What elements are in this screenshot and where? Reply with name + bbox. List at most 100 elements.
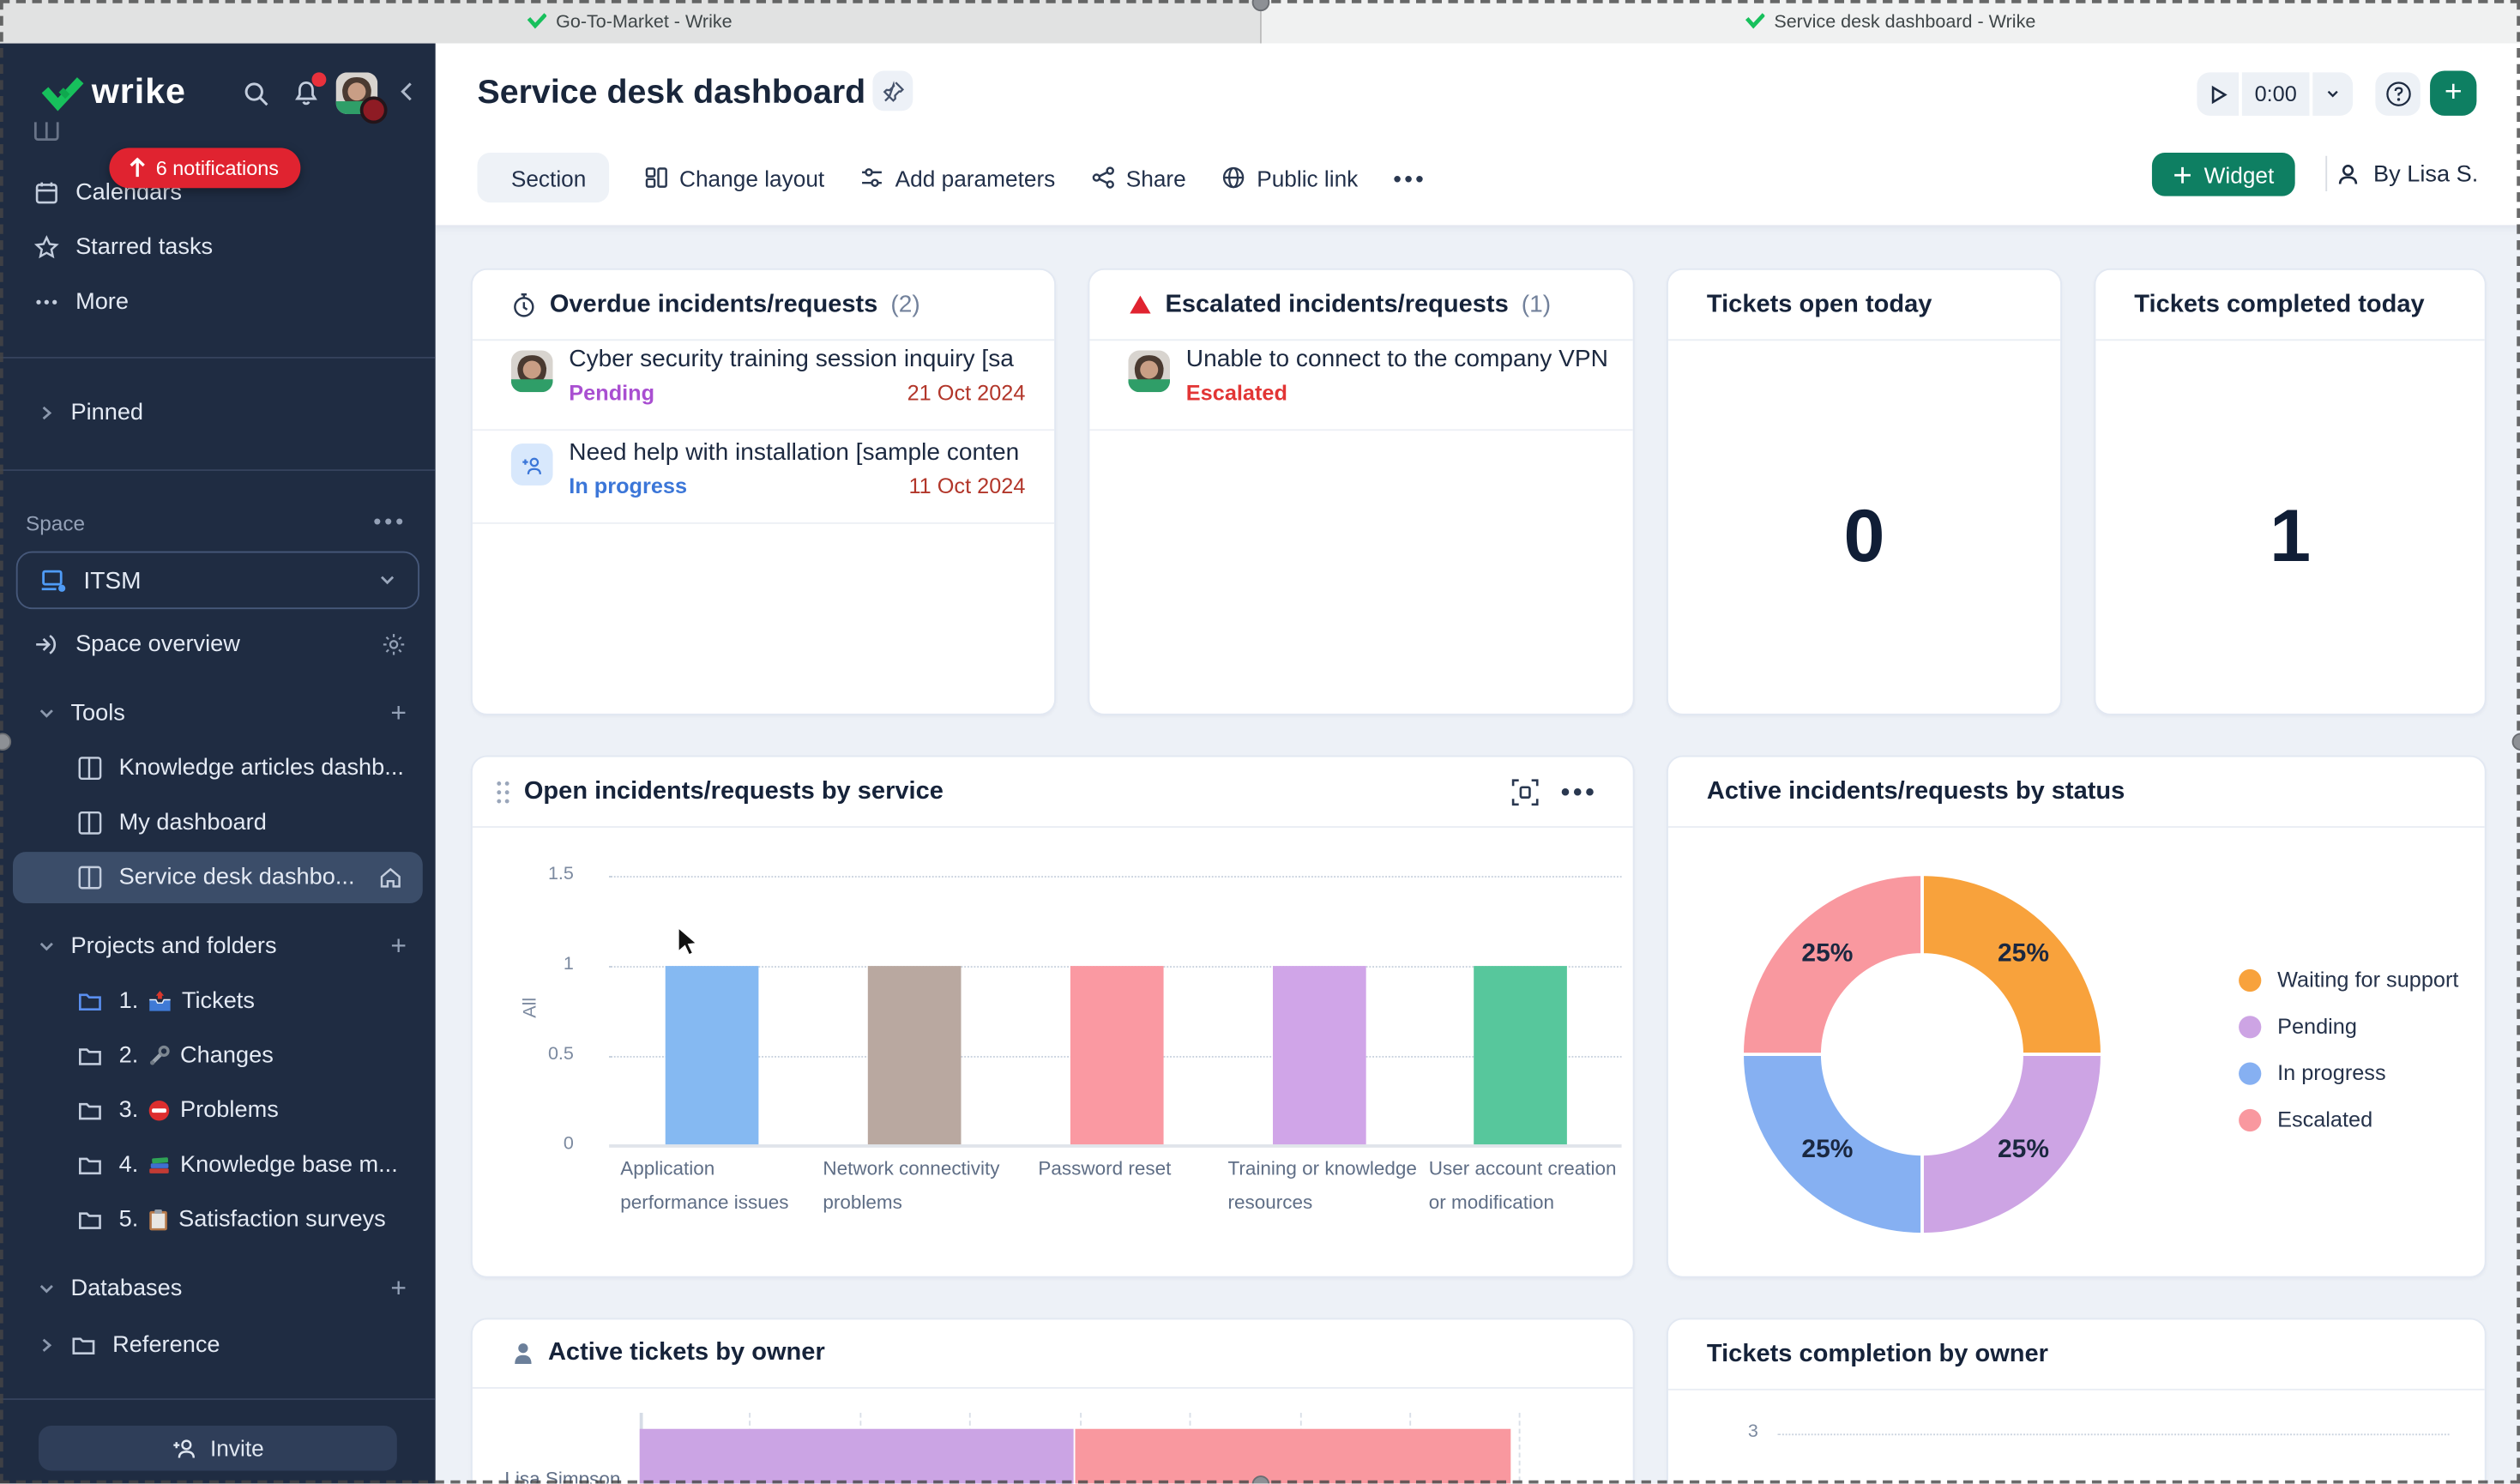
sidebar-group-tools[interactable]: Tools + — [0, 686, 436, 741]
arrow-up-icon — [129, 158, 147, 178]
change-layout-button[interactable]: Change layout — [644, 165, 824, 190]
widget-active-by-owner[interactable]: Active tickets by owner Lisa Simpson — [471, 1318, 1635, 1483]
folder-icon — [77, 988, 103, 1014]
sidebar-item-knowledge-articles-dashboard[interactable]: Knowledge articles dashb... — [0, 741, 436, 796]
widget-completion-by-owner[interactable]: Tickets completion by owner 3 — [1667, 1318, 2487, 1483]
sidebar-item-changes[interactable]: 2. Changes — [0, 1029, 436, 1083]
add-person-icon — [172, 1437, 197, 1459]
share-label: Share — [1126, 165, 1186, 190]
owner-category-label: Lisa Simpson — [504, 1468, 620, 1484]
notifications-badge-label: 6 notifications — [156, 157, 279, 179]
sidebar-group-label: Databases — [70, 1276, 182, 1302]
task-status[interactable]: Escalated — [1186, 381, 1287, 405]
add-database-icon[interactable]: + — [390, 1273, 407, 1305]
bar-password-reset[interactable] — [1070, 966, 1164, 1144]
wrike-logo-icon — [42, 77, 84, 114]
add-person-icon — [520, 454, 544, 474]
add-project-icon[interactable]: + — [390, 931, 407, 962]
sidebar-group-databases[interactable]: Databases + — [0, 1262, 436, 1317]
widget-title: Tickets open today — [1707, 290, 1932, 319]
browser-tab-service-desk[interactable]: Service desk dashboard - Wrike — [1261, 0, 2520, 44]
widget-escalated-incidents[interactable]: Escalated incidents/requests (1) Unable … — [1088, 268, 1635, 715]
widget-header-divider — [473, 1387, 1633, 1389]
task-title[interactable]: Need help with installation [sample cont… — [569, 439, 1054, 467]
bar-user-account[interactable] — [1474, 966, 1567, 1144]
sidebar-item-satisfaction-surveys[interactable]: 5. Satisfaction surveys — [0, 1192, 436, 1247]
wrike-logo-text: wrike — [92, 70, 186, 112]
add-section-button[interactable]: Section — [477, 153, 608, 202]
public-link-button[interactable]: Public link — [1221, 165, 1358, 190]
space-selector[interactable]: ITSM — [16, 552, 419, 609]
chevron-down-icon — [2324, 85, 2342, 103]
gear-icon[interactable] — [381, 631, 407, 657]
add-widget-button[interactable]: Widget — [2153, 153, 2295, 196]
folder-icon — [77, 1207, 103, 1233]
focus-mode-icon[interactable] — [1510, 778, 1540, 807]
bar-network-connectivity[interactable] — [868, 966, 962, 1144]
widget-tickets-completed-today[interactable]: Tickets completed today 1 — [2094, 268, 2486, 715]
timer-dropdown-button[interactable] — [2312, 72, 2353, 116]
sidebar-item-starred-tasks[interactable]: Starred tasks — [0, 220, 436, 275]
help-button[interactable] — [2375, 72, 2420, 116]
sidebar-item-my-dashboard[interactable]: My dashboard — [0, 795, 436, 850]
sidebar-item-service-desk-dashboard[interactable]: Service desk dashbo... — [13, 852, 423, 903]
add-tool-icon[interactable]: + — [390, 697, 407, 729]
timer-play-button[interactable] — [2197, 72, 2239, 116]
space-itsm-icon — [40, 568, 68, 592]
share-button[interactable]: Share — [1091, 165, 1186, 190]
pin-icon — [882, 80, 904, 102]
dashboard-icon — [77, 810, 103, 836]
sidebar-item-reference[interactable]: Reference — [0, 1318, 436, 1372]
collapse-sidebar-icon[interactable] — [394, 79, 419, 105]
public-link-label: Public link — [1257, 165, 1358, 190]
sidebar-item-label: Space overview — [75, 631, 240, 657]
sidebar-item-pinned[interactable]: Pinned — [0, 386, 436, 441]
page-title: Service desk dashboard — [477, 74, 865, 112]
widget-tickets-open-today[interactable]: Tickets open today 0 — [1667, 268, 2062, 715]
browser-tab-title: Go-To-Market - Wrike — [556, 12, 732, 31]
sidebar-group-projects-and-folders[interactable]: Projects and folders + — [0, 920, 436, 974]
widget-menu-icon[interactable]: ••• — [1561, 780, 1598, 809]
more-actions-icon[interactable]: ••• — [1394, 165, 1427, 190]
plus-icon — [2173, 165, 2192, 184]
widget-overdue-incidents[interactable]: Overdue incidents/requests (2) Cyber sec… — [471, 268, 1056, 715]
space-options-icon[interactable]: ••• — [373, 508, 407, 534]
chevron-right-icon — [35, 1334, 57, 1356]
sidebar-item-knowledge-base[interactable]: 4. Knowledge base m... — [0, 1138, 436, 1193]
bar-training-knowledge[interactable] — [1273, 966, 1366, 1144]
sidebar-item-more[interactable]: More — [0, 274, 436, 329]
sidebar-item-tickets[interactable]: 1. Tickets — [0, 974, 436, 1029]
widget-open-by-service[interactable]: Open incidents/requests by service ••• 1… — [471, 756, 1635, 1278]
bar-application-performance[interactable] — [666, 966, 759, 1144]
legend-pending: Pending — [2239, 1014, 2357, 1038]
task-title[interactable]: Cyber security training session inquiry … — [569, 346, 1054, 373]
donut-chart[interactable] — [1737, 870, 2107, 1240]
pin-button[interactable] — [872, 70, 913, 111]
legend-dot — [2239, 1062, 2261, 1084]
widget-title: Tickets completed today — [2134, 290, 2424, 319]
task-title[interactable]: Unable to connect to the company VPN — [1186, 346, 1633, 373]
task-status[interactable]: In progress — [569, 474, 687, 498]
widget-active-by-status[interactable]: Active incidents/requests by status 25% … — [1667, 756, 2487, 1278]
dashboard-owner[interactable]: By Lisa S. — [2335, 153, 2478, 196]
timer-value[interactable]: 0:00 — [2242, 72, 2310, 116]
legend-label: Waiting for support — [2277, 968, 2458, 992]
books-icon — [148, 1154, 171, 1176]
drag-handle-icon[interactable] — [495, 779, 511, 805]
slice-percent-label: 25% — [1788, 940, 1866, 969]
notifications-badge[interactable]: 6 notifications — [109, 148, 301, 188]
task-status[interactable]: Pending — [569, 381, 654, 405]
stacked-bar-segment-1[interactable] — [640, 1429, 1074, 1484]
folder-icon — [70, 1332, 96, 1358]
stacked-bar-segment-2[interactable] — [1076, 1429, 1511, 1484]
widget-count: (2) — [890, 291, 919, 318]
timer-text: 0:00 — [2255, 82, 2297, 106]
invite-button[interactable]: Invite — [39, 1426, 397, 1470]
sidebar-item-space-overview[interactable]: Space overview — [0, 618, 436, 673]
global-add-button[interactable]: + — [2430, 70, 2476, 115]
browser-tab-go-to-market[interactable]: Go-To-Market - Wrike — [0, 0, 1261, 44]
search-icon[interactable] — [243, 81, 270, 108]
add-parameters-button[interactable]: Add parameters — [859, 165, 1055, 190]
item-avatar — [511, 350, 553, 392]
sidebar-item-problems[interactable]: 3. Problems — [0, 1083, 436, 1138]
